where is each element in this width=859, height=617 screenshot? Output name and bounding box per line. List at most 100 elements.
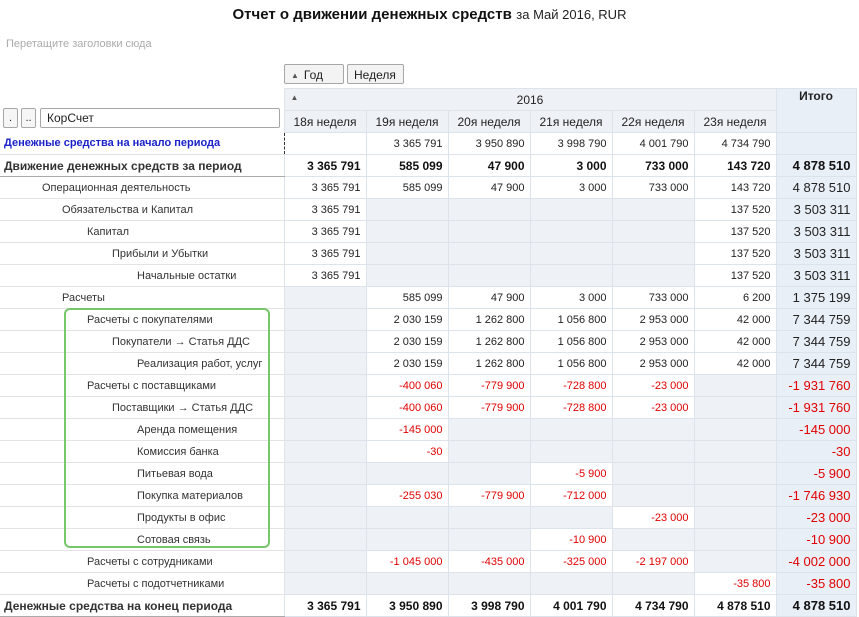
- year-header[interactable]: ▲ 2016: [283, 88, 777, 111]
- data-cell[interactable]: [611, 242, 695, 265]
- data-cell[interactable]: [611, 220, 695, 243]
- data-cell[interactable]: 1 262 800: [447, 352, 531, 375]
- row-header[interactable]: Операционная деятельность: [0, 176, 284, 199]
- data-cell[interactable]: 585 099: [365, 286, 449, 309]
- data-cell[interactable]: 585 099: [365, 176, 449, 199]
- data-cell[interactable]: 1 056 800: [529, 330, 613, 353]
- data-cell[interactable]: [611, 528, 695, 551]
- data-cell[interactable]: -712 000: [529, 484, 613, 507]
- week-header[interactable]: 23я неделя: [693, 110, 777, 133]
- data-cell[interactable]: 2 030 159: [365, 330, 449, 353]
- data-cell[interactable]: -779 900: [447, 374, 531, 397]
- data-cell[interactable]: 42 000: [693, 330, 777, 353]
- data-cell[interactable]: [447, 440, 531, 463]
- data-cell[interactable]: [611, 462, 695, 485]
- week-header[interactable]: 19я неделя: [365, 110, 449, 133]
- data-cell[interactable]: 42 000: [693, 352, 777, 375]
- data-cell[interactable]: 3 950 890: [447, 132, 531, 155]
- collapse-triangle-icon[interactable]: ▲: [291, 93, 299, 102]
- total-cell[interactable]: [775, 132, 857, 155]
- data-cell[interactable]: -728 800: [529, 396, 613, 419]
- data-cell[interactable]: [693, 506, 777, 529]
- total-cell[interactable]: -5 900: [775, 462, 857, 485]
- total-cell[interactable]: -10 900: [775, 528, 857, 551]
- data-cell[interactable]: -779 900: [447, 396, 531, 419]
- row-header[interactable]: Начальные остатки: [0, 264, 284, 287]
- data-cell[interactable]: [447, 220, 531, 243]
- data-cell[interactable]: 4 878 510: [693, 594, 777, 617]
- data-cell[interactable]: 3 000: [529, 154, 613, 177]
- data-cell[interactable]: 143 720: [693, 176, 777, 199]
- row-header[interactable]: Продукты в офис: [0, 506, 284, 529]
- data-cell[interactable]: [283, 132, 367, 155]
- data-cell[interactable]: [611, 440, 695, 463]
- total-cell[interactable]: -23 000: [775, 506, 857, 529]
- total-cell[interactable]: -1 746 930: [775, 484, 857, 507]
- total-cell[interactable]: 4 878 510: [775, 176, 857, 199]
- data-cell[interactable]: [283, 484, 367, 507]
- row-header[interactable]: Комиссия банка: [0, 440, 284, 463]
- column-dim-week[interactable]: Неделя: [347, 64, 404, 84]
- week-header[interactable]: 22я неделя: [611, 110, 695, 133]
- data-cell[interactable]: [611, 484, 695, 507]
- data-cell[interactable]: [447, 418, 531, 441]
- data-cell[interactable]: [529, 440, 613, 463]
- data-cell[interactable]: 3 365 791: [365, 132, 449, 155]
- data-cell[interactable]: [529, 506, 613, 529]
- data-cell[interactable]: 2 953 000: [611, 308, 695, 331]
- row-header[interactable]: Реализация работ, услуг: [0, 352, 284, 375]
- data-cell[interactable]: [283, 572, 367, 595]
- data-cell[interactable]: [529, 418, 613, 441]
- data-cell[interactable]: [283, 440, 367, 463]
- data-cell[interactable]: [693, 484, 777, 507]
- data-cell[interactable]: 2 030 159: [365, 352, 449, 375]
- data-cell[interactable]: [365, 528, 449, 551]
- data-cell[interactable]: [283, 506, 367, 529]
- row-header[interactable]: Движение денежных средств за период: [0, 154, 284, 177]
- data-cell[interactable]: [693, 550, 777, 573]
- data-cell[interactable]: [447, 506, 531, 529]
- data-cell[interactable]: 3 950 890: [365, 594, 449, 617]
- data-cell[interactable]: 3 365 791: [283, 176, 367, 199]
- data-cell[interactable]: [283, 308, 367, 331]
- data-cell[interactable]: -400 060: [365, 374, 449, 397]
- row-header[interactable]: Питьевая вода: [0, 462, 284, 485]
- data-cell[interactable]: [365, 242, 449, 265]
- data-cell[interactable]: 47 900: [447, 286, 531, 309]
- total-cell[interactable]: 3 503 311: [775, 242, 857, 265]
- data-cell[interactable]: 3 998 790: [447, 594, 531, 617]
- data-cell[interactable]: -30: [365, 440, 449, 463]
- data-cell[interactable]: 733 000: [611, 286, 695, 309]
- total-cell[interactable]: 3 503 311: [775, 220, 857, 243]
- data-cell[interactable]: [447, 242, 531, 265]
- total-cell[interactable]: -30: [775, 440, 857, 463]
- data-cell[interactable]: -728 800: [529, 374, 613, 397]
- data-cell[interactable]: -23 000: [611, 506, 695, 529]
- data-cell[interactable]: 3 000: [529, 286, 613, 309]
- data-cell[interactable]: [283, 330, 367, 353]
- row-header[interactable]: Расчеты с подотчетниками: [0, 572, 284, 595]
- total-cell[interactable]: 4 878 510: [775, 594, 857, 617]
- data-cell[interactable]: [447, 462, 531, 485]
- data-cell[interactable]: [283, 374, 367, 397]
- data-cell[interactable]: [447, 264, 531, 287]
- row-header[interactable]: Капитал: [0, 220, 284, 243]
- total-cell[interactable]: 7 344 759: [775, 308, 857, 331]
- data-cell[interactable]: [611, 198, 695, 221]
- data-cell[interactable]: 1 262 800: [447, 330, 531, 353]
- data-cell[interactable]: -779 900: [447, 484, 531, 507]
- data-cell[interactable]: -435 000: [447, 550, 531, 573]
- data-cell[interactable]: 42 000: [693, 308, 777, 331]
- data-cell[interactable]: [365, 220, 449, 243]
- data-cell[interactable]: 3 365 791: [283, 220, 367, 243]
- row-header[interactable]: Поставщики → Статья ДДС: [0, 396, 284, 419]
- data-cell[interactable]: [283, 462, 367, 485]
- row-header[interactable]: Покупатели → Статья ДДС: [0, 330, 284, 353]
- total-cell[interactable]: 3 503 311: [775, 264, 857, 287]
- data-cell[interactable]: 3 365 791: [283, 594, 367, 617]
- data-cell[interactable]: [529, 198, 613, 221]
- data-cell[interactable]: 4 001 790: [529, 594, 613, 617]
- data-cell[interactable]: [365, 506, 449, 529]
- row-header[interactable]: Сотовая связь: [0, 528, 284, 551]
- total-cell[interactable]: -4 002 000: [775, 550, 857, 573]
